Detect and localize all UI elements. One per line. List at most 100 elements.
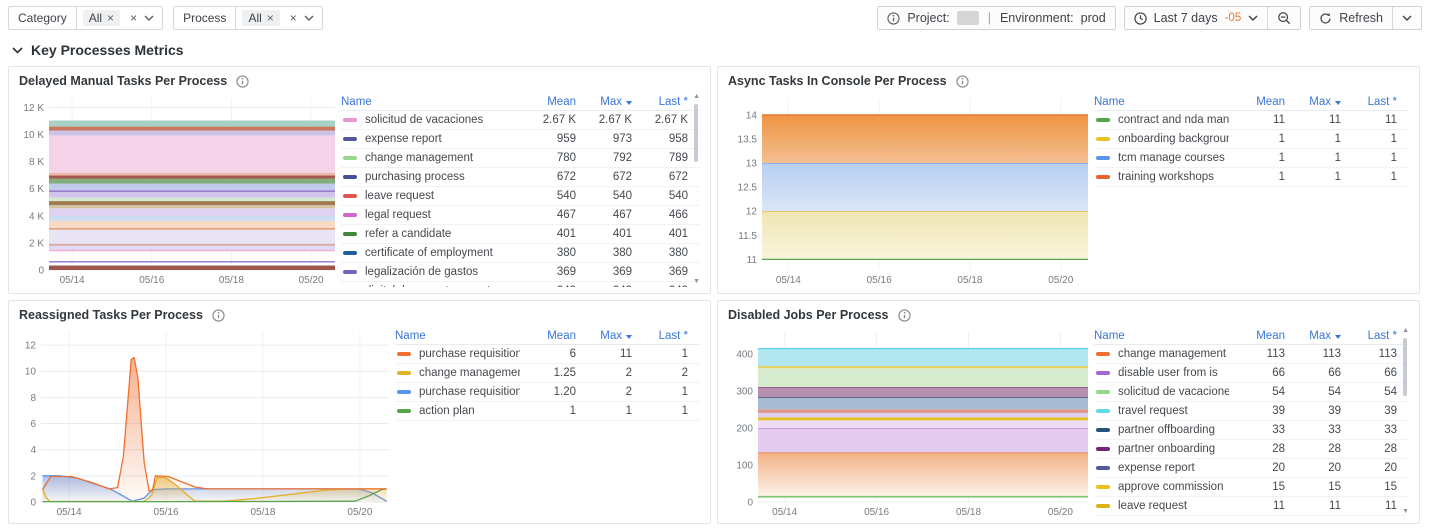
legend-row[interactable]: onboarding background checks 1 1 1	[1094, 130, 1409, 149]
series-name[interactable]: expense report	[1118, 462, 1195, 474]
legend-row[interactable]: solicitud de vacaciones 54 54 54	[1094, 383, 1409, 402]
legend-row[interactable]: digital document request343343343	[341, 282, 700, 287]
disabled-jobs-chart[interactable]: 0 100 200 300 400 05/14 05/16 05/18 05/20	[722, 325, 1092, 519]
legend-row[interactable]: expense report 959 973 958	[341, 130, 700, 149]
legend-col-max[interactable]: Max	[576, 330, 632, 342]
remove-value-icon[interactable]: ×	[267, 12, 274, 24]
delayed-manual-tasks-chart[interactable]: 0 2 K 4 K 6 K 8 K 10 K 12 K 05/14 05/16 05/18 05/2…	[13, 91, 339, 287]
legend-row[interactable]: refer a candidate 401 401 401	[341, 225, 700, 244]
series-name[interactable]: travel request	[1118, 405, 1188, 417]
legend-row[interactable]: approve commission 15 15 15	[1094, 478, 1409, 497]
legend-col-mean[interactable]: Mean	[1229, 330, 1285, 342]
category-filter-value[interactable]: All × ×	[76, 6, 164, 30]
legend-row[interactable]: training workshops 1 1 1	[1094, 168, 1409, 187]
legend-col-last[interactable]: Last *	[1341, 330, 1397, 342]
legend-col-last[interactable]: Last *	[632, 96, 688, 108]
legend-col-max[interactable]: Max	[1285, 96, 1341, 108]
legend-row[interactable]: change management 780 792 789	[341, 149, 700, 168]
chart-area[interactable]: 11 11.5 12 12.5 13 13.5 14 05/14 05/16 05/18 05/20	[722, 91, 1092, 291]
legend-row[interactable]: legalización de gastos 369 369 369	[341, 263, 700, 282]
legend-col-name[interactable]: Name	[341, 96, 520, 108]
series-name[interactable]: expense report	[365, 133, 442, 145]
legend-col-mean[interactable]: Mean	[520, 330, 576, 342]
refresh-interval-dropdown[interactable]	[1392, 7, 1421, 29]
legend-row[interactable]: purchase requisition 1.20 2 1	[395, 383, 700, 402]
series-name[interactable]: action plan	[419, 405, 475, 417]
legend-row[interactable]: onboarding999	[1094, 516, 1409, 517]
scrollbar-thumb[interactable]	[1403, 338, 1407, 396]
series-name[interactable]: approve commission	[1118, 481, 1223, 493]
legend-row[interactable]: travel request 39 39 39	[1094, 402, 1409, 421]
series-name[interactable]: leave request	[1118, 500, 1187, 512]
legend-row[interactable]: change management 113 113 113	[1094, 345, 1409, 364]
series-name[interactable]: disable user from is	[1118, 367, 1218, 379]
legend-row[interactable]: leave request 11 11 11	[1094, 497, 1409, 516]
legend-col-last[interactable]: Last *	[1341, 96, 1397, 108]
legend-col-name[interactable]: Name	[395, 330, 520, 342]
legend-row[interactable]: contract and nda management 11 11 11	[1094, 111, 1409, 130]
legend-col-mean[interactable]: Mean	[520, 96, 576, 108]
legend-row[interactable]: certificate of employment 380 380 380	[341, 244, 700, 263]
legend-col-name[interactable]: Name	[1094, 330, 1229, 342]
process-filter-chip[interactable]: All ×	[242, 10, 280, 26]
series-name[interactable]: change management	[419, 367, 520, 379]
clear-filter-icon[interactable]: ×	[130, 12, 137, 24]
series-name[interactable]: solicitud de vacaciones	[1118, 386, 1229, 398]
series-name[interactable]: onboarding background checks	[1118, 133, 1229, 145]
legend-row[interactable]: partner offboarding 33 33 33	[1094, 421, 1409, 440]
legend-col-max[interactable]: Max	[1285, 330, 1341, 342]
legend-row[interactable]: expense report 20 20 20	[1094, 459, 1409, 478]
series-name[interactable]: change management	[1118, 348, 1226, 360]
clear-filter-icon[interactable]: ×	[290, 12, 297, 24]
legend-row[interactable]: disable user from is 66 66 66	[1094, 364, 1409, 383]
scroll-down-icon[interactable]: ▼	[1402, 508, 1409, 515]
legend-col-last[interactable]: Last *	[632, 330, 688, 342]
series-name[interactable]: refer a candidate	[365, 228, 451, 240]
category-filter-chip[interactable]: All ×	[82, 10, 121, 26]
legend-scrollbar[interactable]: ▲ ▼	[690, 93, 700, 287]
scroll-down-icon[interactable]: ▼	[693, 278, 700, 285]
panel-info-icon[interactable]	[897, 308, 911, 322]
series-name[interactable]: partner onboarding	[1118, 443, 1215, 455]
legend-col-name[interactable]: Name	[1094, 96, 1229, 108]
legend-row[interactable]: legal request 467 467 466	[341, 206, 700, 225]
panel-info-icon[interactable]	[236, 74, 249, 88]
series-name[interactable]: purchase requisition	[419, 386, 520, 398]
zoom-out-button[interactable]	[1267, 7, 1300, 29]
chart-area[interactable]: 0 2 4 6 8 10 12 05/14 05/16 05/18 05/20	[13, 325, 393, 521]
chart-area[interactable]: 0 2 K 4 K 6 K 8 K 10 K 12 K 05/14 05/16 05/18 05/2…	[13, 91, 339, 291]
legend-col-max[interactable]: Max	[576, 96, 632, 108]
chart-area[interactable]: 0 100 200 300 400 05/14 05/16 05/18 05/20	[722, 325, 1092, 521]
section-row-header[interactable]: Key Processes Metrics	[0, 32, 1430, 66]
legend-row[interactable]: leave request 540 540 540	[341, 187, 700, 206]
series-name[interactable]: digital document request	[365, 285, 490, 287]
legend-row[interactable]: purchase requisition invoices6111	[395, 345, 700, 364]
panel-info-icon[interactable]	[955, 74, 969, 88]
async-tasks-chart[interactable]: 11 11.5 12 12.5 13 13.5 14 05/14 05/16 05/18 05/20	[722, 91, 1092, 287]
series-name[interactable]: change management	[365, 152, 473, 164]
scroll-up-icon[interactable]: ▲	[693, 93, 700, 100]
time-range-picker[interactable]: Last 7 days -05	[1125, 7, 1268, 29]
reassigned-tasks-chart[interactable]: 0 2 4 6 8 10 12 05/14 05/16 05/18 05/20	[13, 325, 393, 519]
series-name[interactable]: solicitud de vacaciones	[365, 114, 483, 126]
series-name[interactable]: legal request	[365, 209, 431, 221]
series-name[interactable]: certificate of employment	[365, 247, 493, 259]
legend-row[interactable]: change management 1.25 2 2	[395, 364, 700, 383]
scroll-up-icon[interactable]: ▲	[1402, 327, 1409, 334]
series-name[interactable]: contract and nda management	[1118, 114, 1229, 126]
scrollbar-thumb[interactable]	[694, 104, 698, 162]
remove-value-icon[interactable]: ×	[107, 12, 114, 24]
legend-row[interactable]: partner onboarding 28 28 28	[1094, 440, 1409, 459]
legend-row[interactable]: solicitud de vacaciones 2.67 K 2.67 K 2.67 …	[341, 111, 700, 130]
legend-scrollbar[interactable]: ▲ ▼	[1399, 327, 1409, 517]
series-name[interactable]: partner offboarding	[1118, 424, 1215, 436]
series-name[interactable]: purchase requisition invoices	[419, 348, 520, 360]
chevron-down-icon[interactable]	[304, 15, 314, 21]
series-name[interactable]: leave request	[365, 190, 434, 202]
series-name[interactable]: purchasing process	[365, 171, 465, 183]
refresh-button[interactable]: Refresh	[1310, 7, 1392, 29]
series-name[interactable]: training workshops	[1118, 171, 1214, 183]
series-name[interactable]: legalización de gastos	[365, 266, 478, 278]
panel-info-icon[interactable]	[212, 308, 225, 322]
legend-row[interactable]: action plan 1 1 1	[395, 402, 700, 421]
